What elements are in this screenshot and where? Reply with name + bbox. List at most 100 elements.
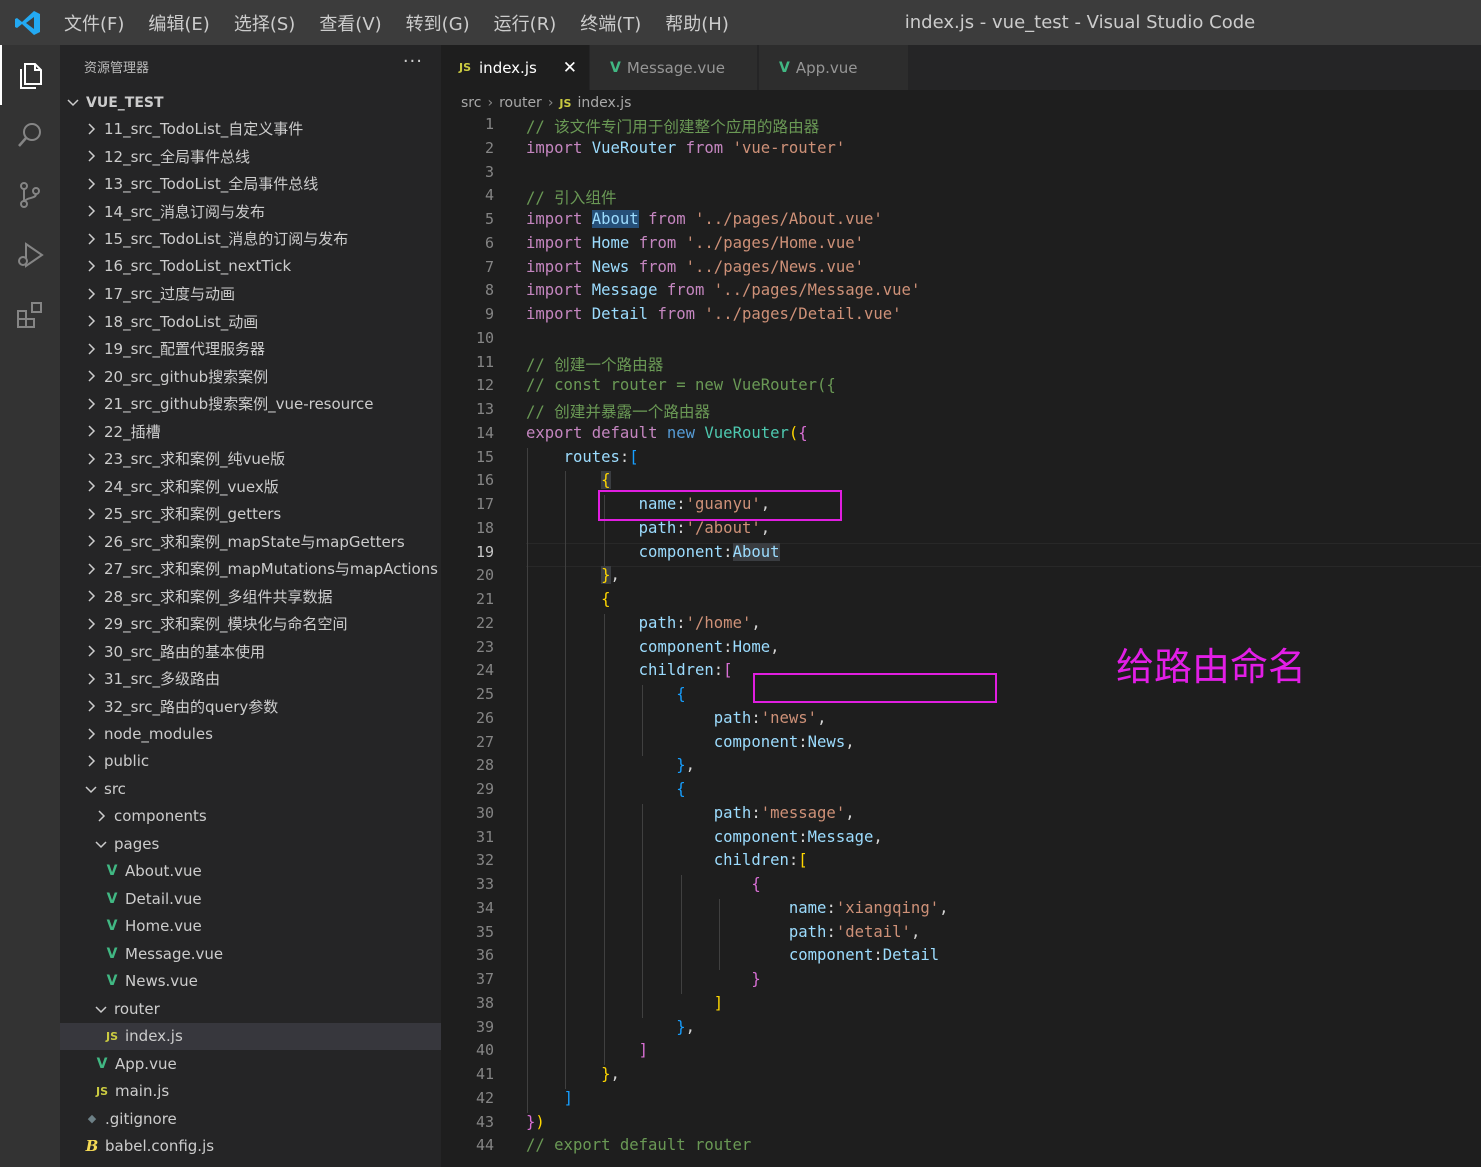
code-line[interactable]: // 创建并暴露一个路由器 xyxy=(526,400,710,422)
tab-message-vue[interactable]: V Message.vue xyxy=(590,45,758,90)
tree-folder[interactable]: 17_src_过度与动画 xyxy=(60,280,441,308)
tree-folder[interactable]: 13_src_TodoList_全局事件总线 xyxy=(60,170,441,198)
code-line[interactable]: name:'xiangqing', xyxy=(526,899,949,917)
tree-folder[interactable]: 32_src_路由的query参数 xyxy=(60,693,441,721)
tree-file[interactable]: V News.vue xyxy=(60,968,441,996)
code-line[interactable]: import Message from '../pages/Message.vu… xyxy=(526,281,920,299)
tree-folder[interactable]: 31_src_多级路由 xyxy=(60,665,441,693)
tree-folder[interactable]: 22_插槽 xyxy=(60,418,441,446)
tree-folder[interactable]: 30_src_路由的基本使用 xyxy=(60,638,441,666)
menu-item[interactable]: 查看(V) xyxy=(307,10,393,36)
tree-folder[interactable]: 21_src_github搜索案例_vue-resource xyxy=(60,390,441,418)
code-line[interactable]: import News from '../pages/News.vue' xyxy=(526,258,864,276)
code-line[interactable]: // 创建一个路由器 xyxy=(526,353,663,375)
code-line[interactable]: ] xyxy=(526,994,723,1012)
code-line[interactable]: routes:[ xyxy=(526,448,639,466)
tree-folder[interactable]: 26_src_求和案例_mapState与mapGetters xyxy=(60,528,441,556)
tree-file[interactable]: JS main.js xyxy=(60,1078,441,1106)
code-line[interactable]: }, xyxy=(526,1018,695,1036)
code-line[interactable]: component:Home, xyxy=(526,638,780,656)
source-control-icon[interactable] xyxy=(0,165,60,225)
code-line[interactable]: path:'message', xyxy=(526,804,855,822)
tree-file[interactable]: ◆ .gitignore xyxy=(60,1105,441,1133)
code-line[interactable]: component:About xyxy=(526,542,780,561)
tree-file[interactable]: V Detail.vue xyxy=(60,885,441,913)
search-icon[interactable] xyxy=(0,105,60,165)
code-editor[interactable]: 1 // 该文件专门用于创建整个应用的路由器 2 import VueRouter f… xyxy=(441,115,1481,1167)
extensions-icon[interactable] xyxy=(0,285,60,345)
code-line[interactable]: // 该文件专门用于创建整个应用的路由器 xyxy=(526,115,819,137)
code-line[interactable]: path:'news', xyxy=(526,709,827,727)
code-line[interactable]: ] xyxy=(526,1089,573,1107)
menu-item[interactable]: 文件(F) xyxy=(52,10,136,36)
code-line[interactable]: component:News, xyxy=(526,733,855,751)
code-line[interactable]: import Home from '../pages/Home.vue' xyxy=(526,234,864,252)
code-line[interactable]: export default new VueRouter({ xyxy=(526,424,808,442)
tree-folder[interactable]: src xyxy=(60,775,441,803)
code-line[interactable]: { xyxy=(526,471,611,490)
tree-file[interactable]: V About.vue xyxy=(60,858,441,886)
code-line[interactable]: import About from '../pages/About.vue' xyxy=(526,210,883,228)
tree-folder[interactable]: 11_src_TodoList_自定义事件 xyxy=(60,115,441,143)
code-line[interactable]: path:'detail', xyxy=(526,923,920,941)
tree-folder[interactable]: router xyxy=(60,995,441,1023)
tree-folder[interactable]: node_modules xyxy=(60,720,441,748)
code-line[interactable]: }) xyxy=(526,1113,545,1131)
tree-folder[interactable]: 16_src_TodoList_nextTick xyxy=(60,253,441,281)
code-line[interactable]: path:'/about', xyxy=(526,519,770,537)
code-line[interactable]: component:Message, xyxy=(526,828,883,846)
code-line[interactable]: // export default router xyxy=(526,1136,751,1154)
code-line[interactable]: // const router = new VueRouter({ xyxy=(526,376,836,394)
code-line[interactable]: }, xyxy=(526,1065,620,1083)
menu-item[interactable]: 编辑(E) xyxy=(136,10,221,36)
code-line[interactable]: children:[ xyxy=(526,851,808,869)
tree-folder[interactable]: 12_src_全局事件总线 xyxy=(60,143,441,171)
menu-item[interactable]: 运行(R) xyxy=(482,10,569,36)
tab-index-js[interactable]: JS index.js ✕ xyxy=(441,45,589,90)
code-line[interactable]: { xyxy=(526,590,610,608)
breadcrumb-item-file[interactable]: index.js xyxy=(577,95,631,111)
tree-file[interactable]: V Message.vue xyxy=(60,940,441,968)
tree-folder[interactable]: 24_src_求和案例_vuex版 xyxy=(60,473,441,501)
tree-folder[interactable]: 27_src_求和案例_mapMutations与mapActions xyxy=(60,555,441,583)
tree-folder[interactable]: 14_src_消息订阅与发布 xyxy=(60,198,441,226)
code-line[interactable]: path:'/home', xyxy=(526,614,761,632)
menu-item[interactable]: 帮助(H) xyxy=(653,10,741,36)
tab-app-vue[interactable]: V App.vue xyxy=(759,45,909,90)
more-actions-icon[interactable]: ··· xyxy=(403,51,423,72)
files-icon[interactable] xyxy=(0,45,60,105)
tree-file[interactable]: V App.vue xyxy=(60,1050,441,1078)
tree-folder[interactable]: pages xyxy=(60,830,441,858)
code-line[interactable]: import Detail from '../pages/Detail.vue' xyxy=(526,305,902,323)
tree-folder[interactable]: 28_src_求和案例_多组件共享数据 xyxy=(60,583,441,611)
code-line[interactable]: { xyxy=(526,780,685,798)
code-line[interactable]: // 引入组件 xyxy=(526,186,617,208)
tree-folder[interactable]: 20_src_github搜索案例 xyxy=(60,363,441,391)
breadcrumb-item-router[interactable]: router xyxy=(499,95,542,111)
tree-folder[interactable]: public xyxy=(60,748,441,776)
tree-folder[interactable]: 25_src_求和案例_getters xyxy=(60,500,441,528)
code-line[interactable]: ] xyxy=(526,1041,648,1059)
code-line[interactable]: component:Detail xyxy=(526,946,939,964)
code-line[interactable]: children:[ xyxy=(526,661,733,679)
tree-folder[interactable]: 19_src_配置代理服务器 xyxy=(60,335,441,363)
tree-folder[interactable]: 29_src_求和案例_模块化与命名空间 xyxy=(60,610,441,638)
tree-file[interactable]: Bbabel.config.js xyxy=(60,1133,441,1161)
breadcrumb-item-src[interactable]: src xyxy=(461,95,481,111)
menu-item[interactable]: 选择(S) xyxy=(222,10,307,36)
tree-file[interactable]: V Home.vue xyxy=(60,913,441,941)
tree-folder[interactable]: 15_src_TodoList_消息的订阅与发布 xyxy=(60,225,441,253)
tree-folder[interactable]: 18_src_TodoList_动画 xyxy=(60,308,441,336)
code-line[interactable]: }, xyxy=(526,756,695,774)
code-line[interactable]: } xyxy=(526,970,760,988)
tree-folder[interactable]: 23_src_求和案例_纯vue版 xyxy=(60,445,441,473)
menu-item[interactable]: 终端(T) xyxy=(568,10,653,36)
tree-folder[interactable]: components xyxy=(60,803,441,831)
code-line[interactable]: { xyxy=(526,875,760,893)
code-line[interactable]: import VueRouter from 'vue-router' xyxy=(526,139,845,157)
menu-item[interactable]: 转到(G) xyxy=(394,10,482,36)
project-folder-header[interactable]: VUE_TEST xyxy=(66,91,164,115)
tree-file[interactable]: JS index.js xyxy=(60,1022,441,1050)
run-debug-icon[interactable] xyxy=(0,225,60,285)
code-line[interactable]: { xyxy=(526,685,685,703)
